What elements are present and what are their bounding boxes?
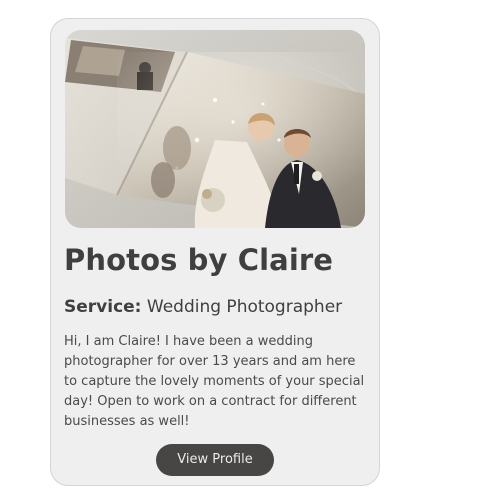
wedding-album-image <box>65 30 365 228</box>
profile-description: Hi, I am Claire! I have been a wedding p… <box>64 334 365 429</box>
service-label: Service: <box>64 297 142 317</box>
service-value: Wedding Photographer <box>146 297 343 317</box>
view-profile-button[interactable]: View Profile <box>156 444 274 476</box>
page-title: Photos by Claire <box>64 243 334 277</box>
service-line: Service: Wedding Photographer <box>64 293 342 321</box>
profile-card: Photos by Claire Service: Wedding Photog… <box>50 18 380 486</box>
